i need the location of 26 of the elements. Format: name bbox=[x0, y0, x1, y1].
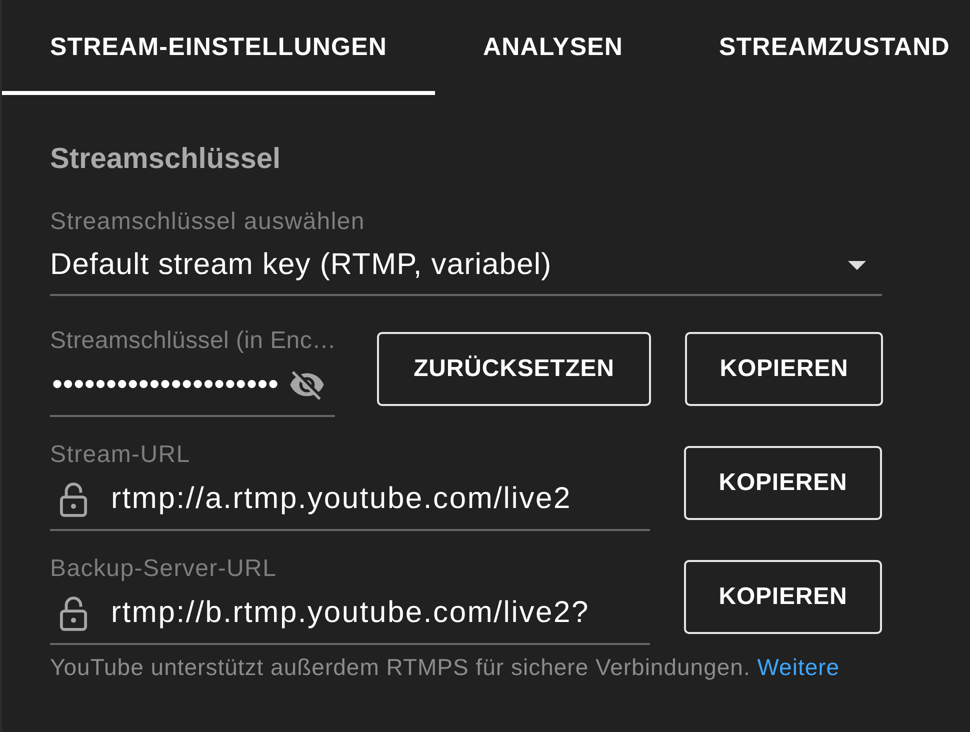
copy-button[interactable]: KOPIEREN bbox=[684, 446, 882, 520]
field-label: Streamschlüssel (in Enc… bbox=[50, 327, 335, 355]
reset-button[interactable]: ZURÜCKSETZEN bbox=[377, 332, 651, 406]
open-padlock-icon bbox=[60, 596, 87, 630]
stream-key-select[interactable]: Streamschlüssel auswählen Default stream key (RTMP, variabel) bbox=[50, 208, 882, 296]
field-label: Stream-URL bbox=[50, 441, 192, 469]
info-text: YouTube unterstützt außerdem RTMPS für sichere Verbindungen. Weitere bbox=[50, 653, 841, 681]
eye-slash-icon[interactable] bbox=[290, 370, 324, 400]
field-label: Streamschlüssel auswählen bbox=[50, 208, 366, 236]
masked-key: ••••••••••••••••••••• bbox=[52, 368, 279, 402]
url-field[interactable]: Stream-URL rtmp://a.rtmp.youtube.com/live2 bbox=[50, 441, 650, 531]
url-field[interactable]: Backup-Server-URL rtmp://b.rtmp.youtube.com/live2? bbox=[50, 555, 650, 645]
tab[interactable]: STREAM-EINSTELLUNGEN bbox=[2, 0, 435, 95]
copy-button[interactable]: KOPIEREN bbox=[684, 560, 882, 634]
url-value: rtmp://b.rtmp.youtube.com/live2? bbox=[111, 596, 590, 630]
field-label: Backup-Server-URL bbox=[50, 555, 278, 583]
section-heading: Streamschlüssel bbox=[50, 142, 282, 177]
more-link[interactable]: Weitere bbox=[757, 654, 840, 680]
open-padlock-icon bbox=[60, 482, 87, 516]
tab[interactable]: STREAMZUSTAND bbox=[671, 0, 970, 95]
url-value: rtmp://a.rtmp.youtube.com/live2 bbox=[111, 482, 572, 516]
copy-button[interactable]: KOPIEREN bbox=[685, 332, 883, 406]
selected-value: Default stream key (RTMP, variabel) bbox=[50, 248, 552, 282]
stream-key-field[interactable]: Streamschlüssel (in Enc… ••••••••••••••••••••• bbox=[50, 327, 335, 417]
caret-icon bbox=[848, 260, 866, 270]
tab[interactable]: ANALYSEN bbox=[435, 0, 672, 95]
